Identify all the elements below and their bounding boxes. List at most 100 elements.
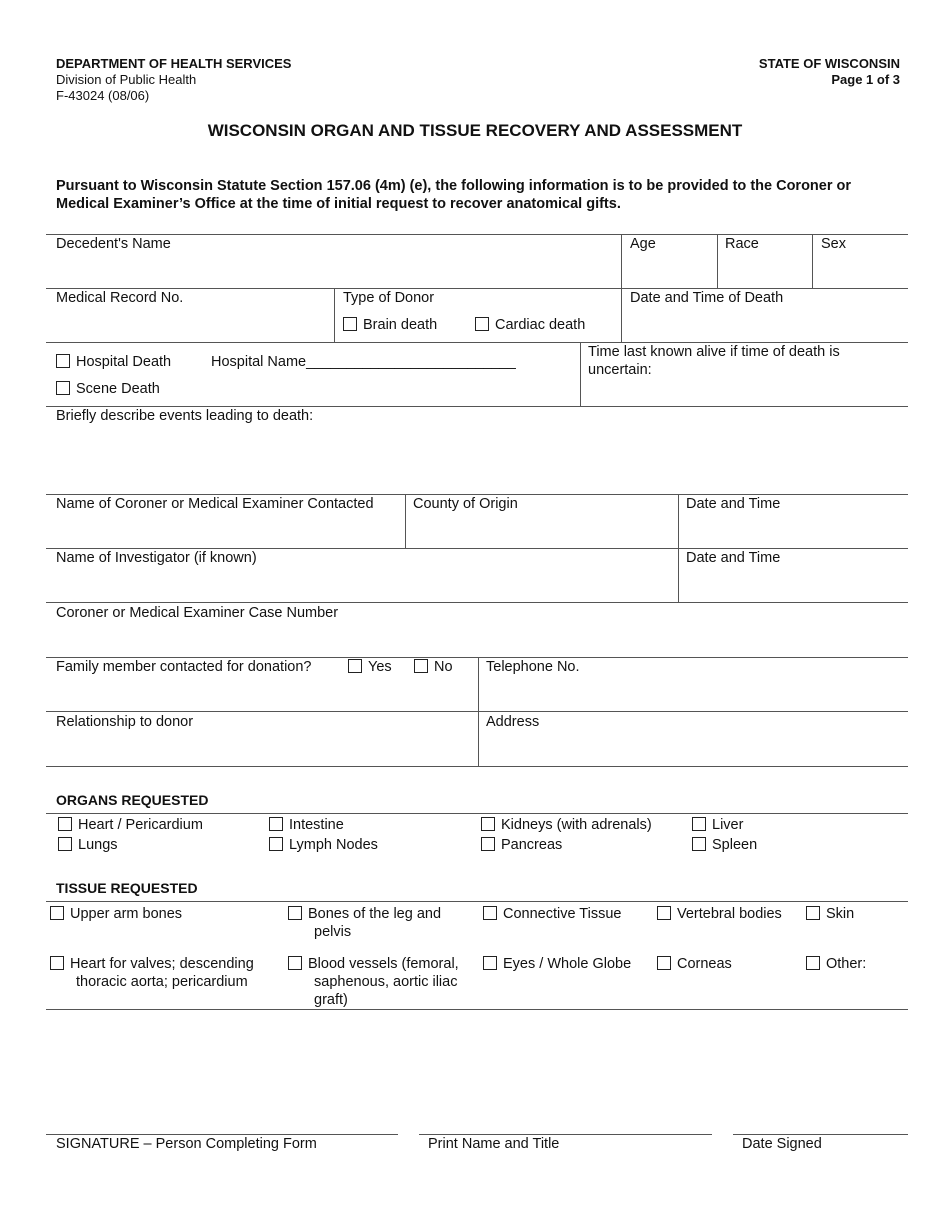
tissue-option[interactable]: Bones of the leg and pelvis (288, 905, 473, 941)
checkbox[interactable] (50, 956, 64, 970)
checkbox[interactable] (483, 906, 497, 920)
organs-heading: ORGANS REQUESTED (56, 792, 209, 808)
sex-field[interactable]: Sex (821, 235, 846, 253)
option-label: Intestine (289, 817, 344, 833)
checkbox[interactable] (269, 817, 283, 831)
organ-option[interactable]: Kidneys (with adrenals) (481, 816, 652, 834)
tissue-option[interactable]: Skin (806, 905, 906, 923)
checkbox[interactable] (806, 906, 820, 920)
medical-record-field[interactable]: Medical Record No. (56, 289, 183, 307)
scene-death-label: Scene Death (76, 381, 160, 397)
checkbox[interactable] (481, 837, 495, 851)
divider (46, 901, 908, 902)
checkbox[interactable] (806, 956, 820, 970)
no-label: No (434, 659, 453, 675)
checkbox[interactable] (50, 906, 64, 920)
organ-option[interactable]: Liver (692, 816, 743, 834)
no-option[interactable]: No (414, 658, 453, 676)
age-field[interactable]: Age (630, 235, 656, 253)
organ-option[interactable]: Heart / Pericardium (58, 816, 203, 834)
family-contacted-label: Family member contacted for donation? (56, 659, 312, 675)
divider (717, 234, 718, 288)
checkbox[interactable] (58, 837, 72, 851)
date-time-death-field[interactable]: Date and Time of Death (630, 289, 783, 307)
page-number: Page 1 of 3 (831, 72, 900, 87)
tissue-option[interactable]: Eyes / Whole Globe (483, 955, 653, 973)
tissue-option[interactable]: Corneas (657, 955, 807, 973)
yes-checkbox[interactable] (348, 659, 362, 673)
telephone-field[interactable]: Telephone No. (486, 658, 580, 676)
organ-option[interactable]: Lungs (58, 836, 118, 854)
yes-label: Yes (368, 659, 392, 675)
checkbox[interactable] (288, 956, 302, 970)
divider (46, 766, 908, 767)
checkbox[interactable] (657, 906, 671, 920)
date-signed-label: Date Signed (742, 1136, 822, 1152)
option-label: Blood vessels (femoral, saphenous, aorti… (308, 956, 459, 1008)
form-id: F-43024 (08/06) (56, 88, 150, 103)
header-right: STATE OF WISCONSIN Page 1 of 3 (759, 56, 900, 88)
time-last-alive-field[interactable]: Time last known alive if time of death i… (588, 343, 888, 379)
no-checkbox[interactable] (414, 659, 428, 673)
race-field[interactable]: Race (725, 235, 759, 253)
tissue-option[interactable]: Other: (806, 955, 906, 973)
checkbox[interactable] (58, 817, 72, 831)
checkbox[interactable] (692, 817, 706, 831)
option-label: Upper arm bones (70, 906, 183, 922)
checkbox[interactable] (657, 956, 671, 970)
investigator-field[interactable]: Name of Investigator (if known) (56, 549, 257, 567)
date-time-field-1[interactable]: Date and Time (686, 495, 780, 513)
organ-option[interactable]: Spleen (692, 836, 757, 854)
option-label: Bones of the leg and pelvis (308, 906, 442, 940)
checkbox[interactable] (481, 817, 495, 831)
tissue-option[interactable]: Vertebral bodies (657, 905, 807, 923)
decedent-name-field[interactable]: Decedent's Name (56, 235, 171, 253)
cardiac-death-option[interactable]: Cardiac death (475, 316, 585, 334)
organ-option[interactable]: Lymph Nodes (269, 836, 378, 854)
tissue-option[interactable]: Heart for valves; descending thoracic ao… (50, 955, 285, 991)
coroner-name-field[interactable]: Name of Coroner or Medical Examiner Cont… (56, 495, 374, 513)
hospital-death-checkbox[interactable] (56, 354, 70, 368)
type-of-donor-label: Type of Donor (343, 290, 435, 306)
option-label: Other: (826, 956, 867, 972)
option-label: Heart for valves; descending thoracic ao… (70, 956, 254, 990)
division-name: Division of Public Health (56, 72, 197, 87)
events-field[interactable]: Briefly describe events leading to death… (56, 407, 313, 425)
tissue-option[interactable]: Connective Tissue (483, 905, 653, 923)
tissue-option[interactable]: Blood vessels (femoral, saphenous, aorti… (288, 955, 478, 1009)
option-label: Corneas (677, 956, 732, 972)
scene-death-checkbox[interactable] (56, 381, 70, 395)
tissue-heading: TISSUE REQUESTED (56, 880, 198, 896)
checkbox[interactable] (483, 956, 497, 970)
brain-death-option[interactable]: Brain death (343, 316, 437, 334)
option-label: Lymph Nodes (289, 837, 378, 853)
scene-death-option[interactable]: Scene Death (56, 380, 160, 398)
organ-option[interactable]: Pancreas (481, 836, 562, 854)
checkbox[interactable] (269, 837, 283, 851)
divider (46, 1009, 908, 1010)
brain-death-checkbox[interactable] (343, 317, 357, 331)
divider (46, 813, 908, 814)
cardiac-death-checkbox[interactable] (475, 317, 489, 331)
date-time-field-2[interactable]: Date and Time (686, 549, 780, 567)
hospital-death-option[interactable]: Hospital Death (56, 353, 171, 371)
case-number-field[interactable]: Coroner or Medical Examiner Case Number (56, 604, 338, 622)
checkbox[interactable] (692, 837, 706, 851)
print-name-line[interactable] (419, 1134, 712, 1135)
divider (405, 494, 406, 548)
date-signed-line[interactable] (733, 1134, 908, 1135)
hospital-name-field[interactable]: Hospital Name__________________________ (211, 353, 516, 371)
signature-line[interactable] (46, 1134, 398, 1135)
checkbox[interactable] (288, 906, 302, 920)
cardiac-death-label: Cardiac death (495, 317, 586, 333)
relationship-field[interactable]: Relationship to donor (56, 713, 193, 731)
option-label: Vertebral bodies (677, 906, 782, 922)
divider (580, 342, 581, 406)
address-field[interactable]: Address (486, 713, 539, 731)
tissue-option[interactable]: Upper arm bones (50, 905, 280, 923)
yes-option[interactable]: Yes (348, 658, 392, 676)
print-name-label: Print Name and Title (428, 1136, 560, 1152)
divider (812, 234, 813, 288)
county-field[interactable]: County of Origin (413, 495, 518, 513)
organ-option[interactable]: Intestine (269, 816, 344, 834)
